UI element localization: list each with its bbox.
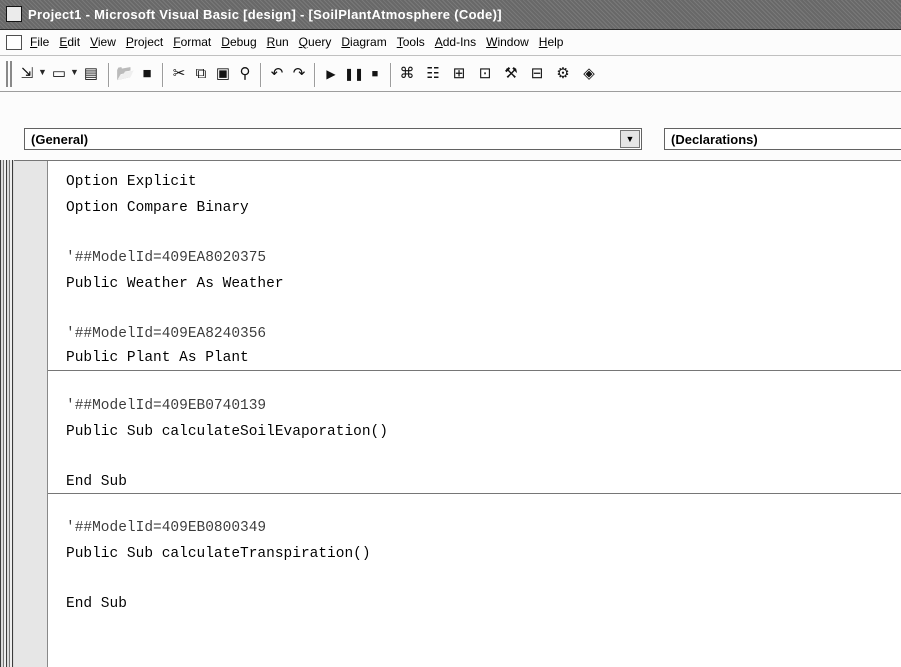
object-combo[interactable]: (General) [24,128,642,150]
code-line[interactable]: Public Sub calculateSoilEvaporation() [66,423,388,441]
standard-toolbar: ⇲ ▼ ▭ ▼ ▤ 📂 ■ ✂ ⧉ ▣ ⚲ ↶ ↷ ▶ ❚❚ ■ ⌘ ☷ ⊞ ⊡… [0,56,901,92]
code-comment[interactable]: '##ModelId=409EA8240356 [66,325,266,343]
find-icon[interactable]: ⚲ [236,65,254,83]
toolbar-separator [108,63,110,87]
code-line[interactable]: Public Plant As Plant [66,349,249,367]
code-window-header: (General) ▼ (Declarations) [0,92,901,160]
save-icon[interactable]: ■ [138,65,156,83]
run-icon[interactable]: ▶ [322,65,340,83]
visual-component-manager-icon[interactable]: ⚙ [554,65,572,83]
menu-edit[interactable]: Edit [59,35,80,49]
menu-run[interactable]: Run [267,35,289,49]
code-comment[interactable]: '##ModelId=409EA8020375 [66,249,266,267]
toolbar-separator [314,63,316,87]
toolbar-separator [390,63,392,87]
code-editor[interactable]: Option Explicit Option Compare Binary '#… [14,160,901,667]
menu-bar: File Edit View Project Format Debug Run … [0,30,901,56]
window-title: Project1 - Microsoft Visual Basic [desig… [28,7,502,22]
project-explorer-icon[interactable]: ⌘ [398,65,416,83]
code-line[interactable]: End Sub [66,595,127,613]
menu-help[interactable]: Help [539,35,564,49]
menu-diagram[interactable]: Diagram [341,35,386,49]
code-line[interactable]: Public Weather As Weather [66,275,284,293]
toolbar-separator [260,63,262,87]
add-form-dropdown-icon[interactable]: ▼ [70,67,79,77]
toolbox-icon[interactable]: ⚒ [502,65,520,83]
open-icon[interactable]: 📂 [116,65,135,83]
procedure-separator [48,370,901,371]
menu-debug[interactable]: Debug [221,35,256,49]
code-comment[interactable]: '##ModelId=409EB0740139 [66,397,266,415]
properties-icon[interactable]: ☷ [424,65,442,83]
code-line[interactable]: End Sub [66,473,127,491]
redo-icon[interactable]: ↷ [290,65,308,83]
add-project-dropdown-icon[interactable]: ▼ [38,67,47,77]
code-comment[interactable]: '##ModelId=409EB0800349 [66,519,266,537]
code-line[interactable]: Option Explicit [66,173,197,191]
object-browser-icon[interactable]: ⊡ [476,65,494,83]
cut-icon[interactable]: ✂ [170,65,188,83]
add-project-icon[interactable]: ⇲ [18,65,36,83]
menu-project[interactable]: Project [126,35,163,49]
add-form-icon[interactable]: ▭ [50,65,68,83]
code-window-icon[interactable] [6,35,22,50]
menu-editor-icon[interactable]: ▤ [82,65,100,83]
vb-app-icon[interactable] [6,6,22,22]
code-window-frame [0,92,14,667]
toolbar-separator [162,63,164,87]
code-line[interactable]: Public Sub calculateTranspiration() [66,545,371,563]
menu-add-ins[interactable]: Add-Ins [435,35,476,49]
margin-indicator-bar[interactable] [14,161,48,667]
procedure-separator [48,493,901,494]
stop-icon[interactable]: ■ [366,65,384,83]
pause-icon[interactable]: ❚❚ [344,65,364,83]
chevron-down-icon[interactable]: ▼ [620,130,640,148]
code-line[interactable]: Option Compare Binary [66,199,249,217]
paste-icon[interactable]: ▣ [214,65,232,83]
menu-tools[interactable]: Tools [397,35,425,49]
data-view-icon[interactable]: ⊟ [528,65,546,83]
title-bar: Project1 - Microsoft Visual Basic [desig… [0,0,901,30]
menu-file[interactable]: File [30,35,49,49]
undo-icon[interactable]: ↶ [268,65,286,83]
tool-icon[interactable]: ◈ [580,65,598,83]
menu-window[interactable]: Window [486,35,529,49]
form-layout-icon[interactable]: ⊞ [450,65,468,83]
procedure-combo[interactable]: (Declarations) [664,128,901,150]
menu-view[interactable]: View [90,35,116,49]
menu-query[interactable]: Query [299,35,332,49]
toolbar-grip[interactable] [6,61,12,87]
menu-format[interactable]: Format [173,35,211,49]
copy-icon[interactable]: ⧉ [192,65,210,83]
